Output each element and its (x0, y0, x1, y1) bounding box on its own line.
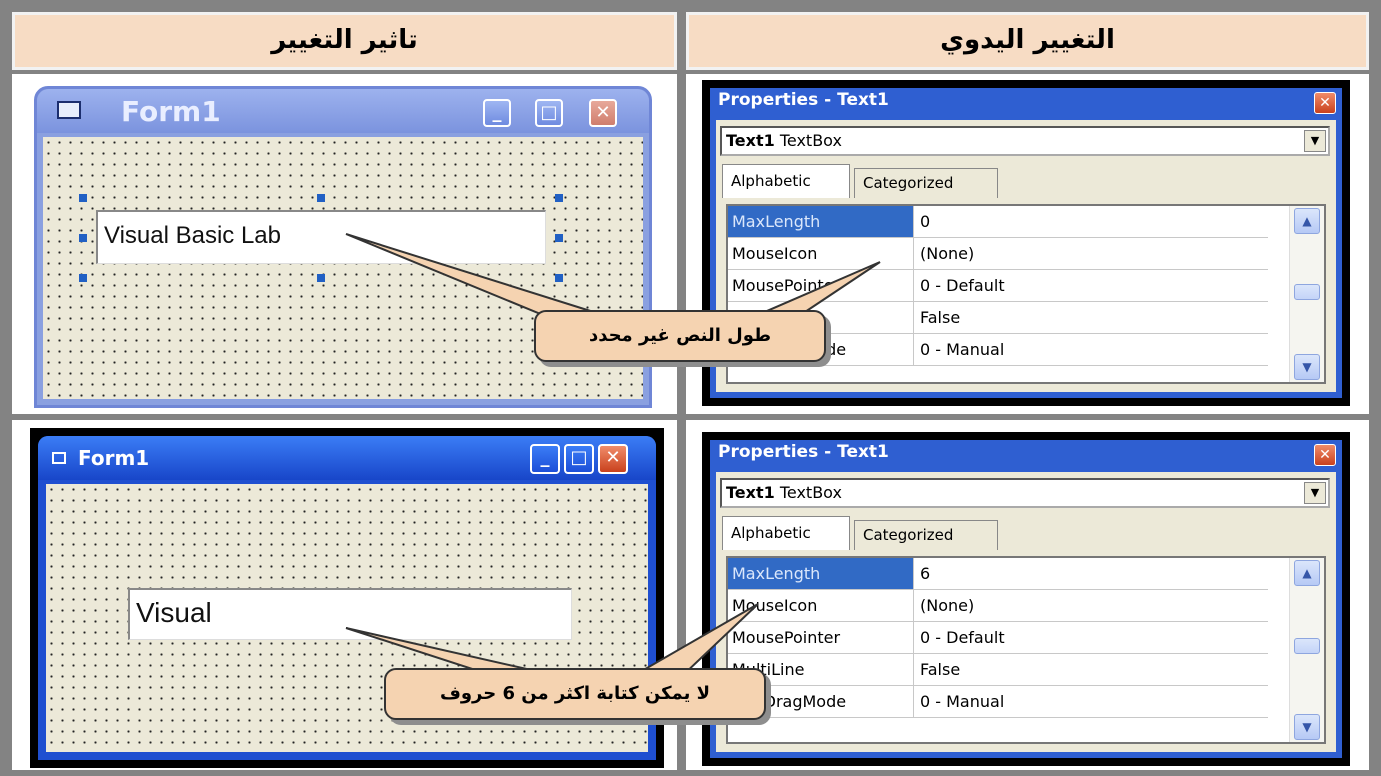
property-name: MaxLength (728, 558, 914, 589)
property-value[interactable]: 0 - Manual (916, 686, 1266, 717)
property-name: MouseIcon (728, 238, 914, 269)
object-name: Text1 (726, 131, 775, 150)
property-row[interactable]: MultiLine False (728, 654, 1268, 686)
properties-title: Properties - Text1 (718, 442, 889, 462)
close-icon: ✕ (605, 447, 621, 468)
property-value[interactable]: 0 - Default (916, 270, 1266, 301)
minimize-button[interactable]: _ (483, 99, 511, 127)
property-value[interactable]: 0 - Default (916, 622, 1266, 653)
scroll-thumb[interactable] (1294, 638, 1320, 654)
vertical-scrollbar[interactable]: ▲ ▼ (1289, 558, 1324, 742)
callout-unlimited-length: طول النص غير محدد (534, 310, 826, 362)
property-row[interactable]: MousePointer 0 - Default (728, 270, 1268, 302)
vertical-scrollbar[interactable]: ▲ ▼ (1289, 206, 1324, 382)
close-button[interactable]: ✕ (589, 99, 617, 127)
scroll-down-icon[interactable]: ▼ (1294, 354, 1320, 380)
property-name: MouseIcon (728, 590, 914, 621)
object-name: Text1 (726, 483, 775, 502)
form-icon (52, 452, 66, 464)
object-type: TextBox (779, 483, 842, 502)
selection-handle[interactable] (555, 194, 563, 202)
close-button[interactable]: ✕ (1314, 444, 1336, 466)
scroll-thumb[interactable] (1294, 284, 1320, 300)
minimize-icon: _ (540, 447, 550, 468)
close-button[interactable]: ✕ (1314, 92, 1336, 114)
property-row[interactable]: MaxLength 6 (728, 558, 1268, 590)
chevron-down-icon[interactable]: ▼ (1304, 482, 1326, 504)
property-value[interactable]: (None) (916, 590, 1266, 621)
form-icon (57, 101, 81, 119)
form1-titlebar[interactable]: Form1 _ □ ✕ (37, 89, 649, 133)
maximize-icon: □ (540, 102, 558, 123)
maximize-button[interactable]: □ (535, 99, 563, 127)
close-icon: ✕ (1319, 447, 1331, 463)
minimize-icon: _ (492, 102, 502, 123)
selection-handle[interactable] (555, 274, 563, 282)
selection-handle[interactable] (79, 194, 87, 202)
close-button[interactable]: ✕ (598, 444, 628, 474)
maximize-button[interactable]: □ (564, 444, 594, 474)
close-icon: ✕ (595, 102, 611, 123)
scroll-down-icon[interactable]: ▼ (1294, 714, 1320, 740)
properties-frame: Properties - Text1 ✕ Text1 TextBox ▼ Alp… (710, 440, 1342, 758)
properties-body: Text1 TextBox ▼ Alphabetic Categorized M… (716, 472, 1336, 752)
property-row[interactable]: MouseIcon (None) (728, 590, 1268, 622)
selection-handle[interactable] (555, 234, 563, 242)
tab-alphabetic[interactable]: Alphabetic (722, 164, 850, 198)
property-row[interactable]: MouseIcon (None) (728, 238, 1268, 270)
properties-window-bottom: Properties - Text1 ✕ Text1 TextBox ▼ Alp… (702, 432, 1350, 766)
text1-textbox[interactable]: Visual (128, 588, 572, 640)
scroll-up-icon[interactable]: ▲ (1294, 560, 1320, 586)
property-name: MousePointer (728, 622, 914, 653)
form1-titlebar[interactable]: Form1 _ □ ✕ (38, 436, 656, 480)
property-grid: MaxLength 6 MouseIcon (None) MousePointe… (726, 556, 1326, 744)
object-selector[interactable]: Text1 TextBox ▼ (720, 126, 1330, 156)
callout-max-six-chars: لا يمكن كتابة اكثر من 6 حروف (384, 668, 766, 720)
object-selector[interactable]: Text1 TextBox ▼ (720, 478, 1330, 508)
header-effect: تاثير التغيير (12, 12, 677, 70)
property-value[interactable]: (None) (916, 238, 1266, 269)
property-name: MousePointer (728, 270, 914, 301)
property-value[interactable]: False (916, 302, 1266, 333)
property-value[interactable]: False (916, 654, 1266, 685)
header-manual: التغيير اليدوي (686, 12, 1369, 70)
minimize-button[interactable]: _ (530, 444, 560, 474)
property-value[interactable]: 0 (916, 206, 1266, 237)
chevron-down-icon[interactable]: ▼ (1304, 130, 1326, 152)
object-type: TextBox (779, 131, 842, 150)
properties-title: Properties - Text1 (718, 90, 889, 110)
tab-categorized[interactable]: Categorized (854, 520, 998, 550)
selection-handle[interactable] (317, 274, 325, 282)
property-row[interactable]: MousePointer 0 - Default (728, 622, 1268, 654)
property-value[interactable]: 0 - Manual (916, 334, 1266, 365)
text1-value: Visual (136, 597, 212, 628)
maximize-icon: □ (570, 447, 588, 468)
property-row[interactable]: OLEDragMode 0 - Manual (728, 686, 1268, 718)
close-icon: ✕ (1319, 95, 1331, 111)
text1-value: Visual Basic Lab (104, 222, 281, 249)
selection-handle[interactable] (79, 234, 87, 242)
property-name: MaxLength (728, 206, 914, 237)
selection-handle[interactable] (79, 274, 87, 282)
form1-title: Form1 (78, 446, 150, 470)
property-value[interactable]: 6 (916, 558, 1266, 589)
tab-alphabetic[interactable]: Alphabetic (722, 516, 850, 550)
text1-textbox[interactable]: Visual Basic Lab (96, 210, 546, 264)
selection-handle[interactable] (317, 194, 325, 202)
property-row[interactable]: MaxLength 0 (728, 206, 1268, 238)
scroll-up-icon[interactable]: ▲ (1294, 208, 1320, 234)
tab-categorized[interactable]: Categorized (854, 168, 998, 198)
form1-title: Form1 (121, 95, 221, 128)
